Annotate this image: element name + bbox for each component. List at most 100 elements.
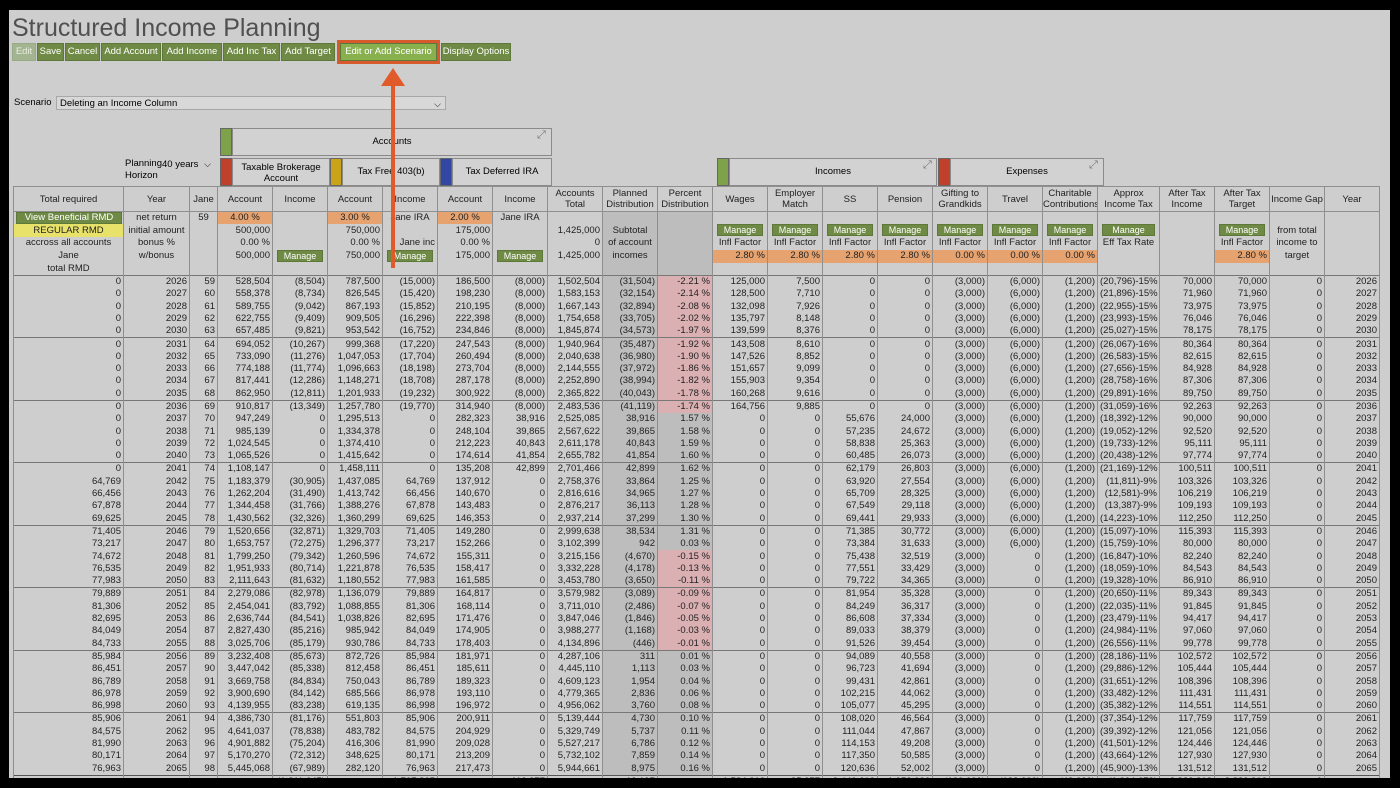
cell: 2064 [123, 750, 190, 763]
toolbar-button-cancel[interactable]: Cancel [65, 43, 100, 61]
cell: 80,171 [382, 750, 438, 763]
cell: -1.97 % [657, 325, 713, 338]
manage-button[interactable]: Manage [717, 224, 763, 237]
manage-button[interactable]: Manage [1047, 224, 1093, 237]
cell: 140,670 [437, 487, 493, 501]
table-row: 86,451 2057 90 3,447,042 (85,338) 812,458 86,4… [13, 663, 1380, 676]
pin-icon[interactable]: ⤢ [1089, 159, 1098, 172]
cell: 82,615 [1214, 350, 1270, 363]
cell: 7,859 [602, 750, 658, 763]
manage-button[interactable]: Manage [882, 224, 928, 237]
cell: 2059 [1324, 687, 1380, 700]
cell: 0 [767, 538, 823, 551]
cell: 619,135 [327, 699, 383, 713]
manage-button[interactable]: Manage [387, 249, 433, 262]
column-header: Employer Match [767, 186, 823, 212]
column-header: Percent Distribution [657, 186, 713, 212]
cell: 1,374,410 [327, 437, 383, 451]
toolbar-button-save[interactable]: Save [37, 43, 64, 61]
cell: 1,136,079 [327, 587, 383, 601]
cell: 102,215 [822, 687, 878, 700]
manage-button[interactable]: Manage [937, 224, 983, 237]
cell: 0 [1269, 625, 1325, 638]
view-beneficial-rmd-button[interactable]: View Beneficial RMD [16, 212, 122, 225]
table-row: 86,998 2060 93 4,139,955 (83,238) 619,135 86,9… [13, 699, 1380, 713]
cell: 0 [13, 425, 124, 438]
manage-button[interactable]: Manage [1219, 224, 1265, 237]
cell: 7,500 [767, 274, 823, 289]
toolbar-button-add-target[interactable]: Add Target [281, 43, 335, 61]
account-header-3: Tax Deferred IRA [452, 158, 552, 186]
sub-zero-rate: 0.00 % [1042, 249, 1098, 263]
cell: (12,286) [272, 375, 328, 388]
cell: (39,392)-12% [1097, 725, 1160, 738]
account-color-3 [440, 158, 452, 186]
toolbar-button-display-options[interactable]: Display Options [441, 43, 511, 61]
cell: 103,326 [1214, 475, 1270, 488]
cell: 0 [492, 612, 548, 626]
cell: 2043 [123, 487, 190, 501]
cell: (3,000) [932, 562, 988, 576]
cell: 42,899 [492, 462, 548, 476]
cell: 106,219 [1159, 487, 1215, 501]
cell: (3,000) [932, 512, 988, 526]
account-name-1: Taxable Brokerage Account [241, 162, 321, 184]
cell: (41,501)-12% [1097, 737, 1160, 751]
toolbar-button-edit-or-add-scenario[interactable]: Edit or Add Scenario [340, 43, 437, 61]
cell: 0 [877, 312, 933, 326]
scenario-select[interactable]: Deleting an Income Column ⌵ [56, 96, 446, 110]
accounts-group-label: Accounts [372, 136, 412, 147]
cell: (43,664)-12% [1097, 750, 1160, 763]
cell: (33,705) [602, 312, 658, 326]
cell: 0 [987, 675, 1043, 688]
cell: (15,852) [382, 300, 438, 313]
cell [712, 211, 768, 225]
sub-jane: Jane [13, 249, 124, 263]
manage-button[interactable]: Manage [277, 249, 323, 262]
pin-icon[interactable]: ⤢ [537, 129, 546, 142]
cell: 2028 [1324, 300, 1380, 313]
cell: 70,000 [1214, 274, 1270, 289]
cell: (6,000) [987, 487, 1043, 501]
manage-button[interactable]: Manage [827, 224, 873, 237]
cell: 40,843 [492, 437, 548, 451]
cell: (8,000) [492, 387, 548, 401]
cell: 0 [13, 350, 124, 363]
cell: 0 [13, 413, 124, 426]
table-row: 74,672 2048 81 1,799,250 (79,342) 1,260,596 74… [13, 550, 1380, 563]
cell: 0 [767, 649, 823, 664]
cell: 826,545 [327, 288, 383, 301]
manage-button[interactable]: Manage [992, 224, 1038, 237]
cell: 103,326 [1159, 475, 1215, 488]
cell: 0 [767, 675, 823, 688]
toolbar-button-add-account[interactable]: Add Account [101, 43, 161, 61]
toolbar-button-add-income[interactable]: Add Income [162, 43, 222, 61]
pin-icon[interactable]: ⤢ [923, 159, 932, 172]
cell: 86,789 [13, 675, 124, 688]
toolbar-button-edit[interactable]: Edit [12, 43, 36, 61]
cell: 52,002 [877, 762, 933, 776]
cell: 2,999,638 [547, 524, 603, 539]
cell: 2053 [1324, 612, 1380, 626]
planning-horizon-select[interactable]: 40 years ⌵ [162, 159, 218, 170]
cell: 85,984 [13, 649, 124, 664]
cell: 0 [877, 387, 933, 401]
manage-button[interactable]: Manage [497, 249, 543, 262]
cell: 39,454 [877, 637, 933, 651]
table-row: 84,733 2055 88 3,025,706 (85,179) 930,786 84,7… [13, 637, 1380, 651]
cell: 86,910 [1214, 575, 1270, 588]
cell: (3,000) [932, 274, 988, 289]
cell: 0 [822, 387, 878, 401]
cell: 0 [13, 288, 124, 301]
cell: 24,672 [877, 425, 933, 438]
cell: (24,984)-11% [1097, 625, 1160, 638]
cell: (8,000) [492, 337, 548, 351]
cell: (8,000) [492, 300, 548, 313]
manage-button[interactable]: Manage [1102, 224, 1155, 237]
cell: 174,905 [437, 625, 493, 638]
cell: 115,393 [1214, 524, 1270, 539]
cell: 25,363 [877, 437, 933, 451]
toolbar-button-add-inc-tax[interactable]: Add Inc Tax [223, 43, 280, 61]
manage-button[interactable]: Manage [772, 224, 818, 237]
cell: 42,861 [877, 675, 933, 688]
